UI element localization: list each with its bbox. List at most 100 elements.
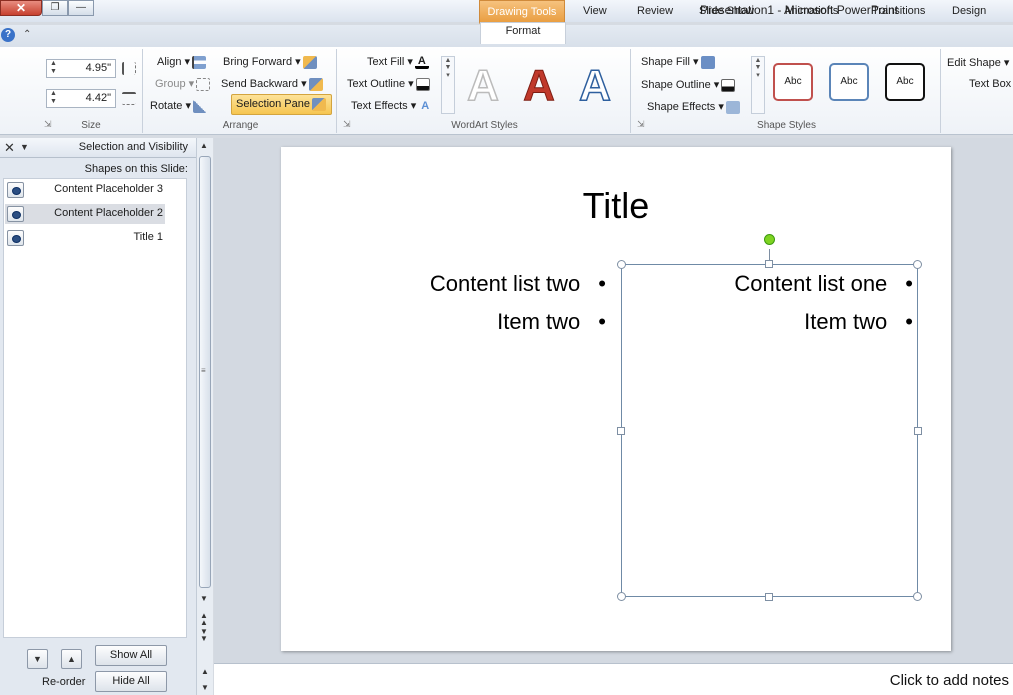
tab-animations[interactable]: Animations	[784, 3, 838, 22]
bullet-text: Item two	[804, 309, 888, 334]
resize-handle-right[interactable]	[914, 427, 922, 435]
tab-design[interactable]: Design	[952, 3, 986, 22]
scroll-up-icon[interactable]: ▲	[200, 141, 208, 150]
bullet-glyph: •	[905, 271, 913, 296]
shape-styles-group: Abc Abc Abc ▲ ▼ ▾ Shape Fill ▾ Shape Outli…	[633, 49, 941, 133]
shape-fill-button[interactable]: Shape Fill ▾	[641, 55, 717, 69]
wordart-sample-plain[interactable]: A	[459, 59, 507, 113]
wordart-sample-blue-outline[interactable]: A	[571, 59, 619, 113]
shape-style-sample-blue[interactable]: Abc	[829, 63, 869, 101]
resize-handle-top[interactable]	[765, 260, 773, 268]
restore-window-button[interactable]: ❐	[42, 0, 68, 16]
paint-bucket-icon	[700, 55, 715, 69]
move-down-button[interactable]: ▼	[27, 649, 48, 669]
shape-effects-button[interactable]: Shape Effects ▾	[647, 100, 742, 114]
hide-all-button[interactable]: Hide All	[95, 671, 167, 692]
help-icon[interactable]: ?	[1, 28, 15, 42]
shape-name: Content Placeholder 2	[54, 207, 163, 219]
close-icon[interactable]: ✕	[4, 140, 15, 156]
visibility-eye-icon[interactable]	[7, 182, 24, 198]
resize-handle-bottom-left[interactable]	[617, 592, 626, 601]
next-slide-icon[interactable]: ▼ ▼	[200, 628, 208, 643]
rotate-label: Rotate ▾	[150, 100, 191, 112]
selection-pane: ✕ ▼ Selection and Visibility Shapes on t…	[0, 138, 196, 695]
tab-transitions[interactable]: Transitions	[872, 3, 925, 22]
shape-row-content-placeholder-3[interactable]: Content Placeholder 3	[5, 180, 165, 200]
text-outline-button[interactable]: Text Outline ▾	[347, 77, 432, 91]
shape-height-input[interactable]: ▲ ▼ 4.95"	[46, 59, 116, 78]
tab-view[interactable]: View	[583, 3, 607, 22]
right-bullet-1[interactable]: Content list one •	[734, 271, 913, 297]
bring-forward-button[interactable]: Bring Forward ▾	[223, 55, 319, 69]
align-icon	[192, 55, 207, 69]
size-group: ▲ ▼ 4.95" ▲ ▼ 4.42" Size ⇲	[40, 49, 143, 133]
shapes-list: Content Placeholder 3 Content Placeholde…	[3, 178, 187, 638]
close-window-button[interactable]: ✕	[0, 0, 42, 16]
size-launcher-icon[interactable]: ⇲	[44, 119, 52, 130]
shape-outline-button[interactable]: Shape Outline ▾	[641, 78, 737, 92]
shape-row-content-placeholder-2[interactable]: Content Placeholder 2	[5, 204, 165, 224]
notes-pane[interactable]: Click to add notes	[214, 663, 1013, 695]
bullet-glyph: •	[598, 271, 606, 296]
shape-width-input[interactable]: ▲ ▼ 4.42"	[46, 89, 116, 108]
tab-slide-show[interactable]: Slide Show	[699, 3, 754, 22]
rotate-button[interactable]: Rotate ▾	[150, 99, 209, 113]
notes-scroll-down-icon[interactable]: ▼	[201, 683, 209, 692]
resize-handle-top-right[interactable]	[913, 260, 922, 269]
text-fill-button[interactable]: Text Fill ▾ A	[367, 55, 431, 69]
shape-styles-label: Shape Styles	[757, 120, 816, 131]
selection-pane-button[interactable]: Selection Pane	[231, 94, 332, 115]
notes-scrollbar[interactable]: ▲ ▼	[196, 663, 213, 695]
edit-shape-button[interactable]: Edit Shape ▾	[947, 56, 1009, 69]
resize-handle-left[interactable]	[617, 427, 625, 435]
text-fill-icon: A	[414, 55, 429, 69]
send-backward-label: Send Backward ▾	[221, 78, 307, 90]
minimize-ribbon-icon[interactable]: ⌃	[23, 29, 31, 40]
vertical-scrollbar[interactable]: ▲ ≡ ▼ ▲ ▲ ▼ ▼	[196, 138, 213, 663]
slide-canvas[interactable]: Title Content list two • Item two • Conten…	[281, 147, 951, 651]
wordart-gallery-scroll[interactable]: ▲ ▼ ▾	[441, 56, 455, 114]
shape-style-sample-black[interactable]: Abc	[885, 63, 925, 101]
move-up-button[interactable]: ▲	[61, 649, 82, 669]
group-button[interactable]: Group ▾	[155, 77, 212, 91]
height-icon	[122, 62, 136, 75]
tab-format[interactable]: Format	[480, 22, 566, 44]
wordart-styles-group: A A A ▲ ▼ ▾ Text Fill ▾ A Text Outline ▾ Te…	[339, 49, 631, 133]
shape-style-sample-red[interactable]: Abc	[773, 63, 813, 101]
notes-placeholder: Click to add notes	[889, 672, 1009, 689]
text-effects-button[interactable]: Text Effects ▾ A	[351, 99, 434, 113]
resize-handle-bottom-right[interactable]	[913, 592, 922, 601]
resize-handle-top-left[interactable]	[617, 260, 626, 269]
shape-outline-label: Shape Outline ▾	[641, 79, 720, 91]
resize-handle-bottom[interactable]	[765, 593, 773, 601]
height-spin-arrows[interactable]: ▲ ▼	[50, 60, 57, 76]
left-bullet-1[interactable]: Content list two •	[430, 271, 606, 297]
bullet-text: Item two	[497, 309, 581, 334]
shape-styles-gallery-scroll[interactable]: ▲ ▼ ▾	[751, 56, 765, 114]
slide-title[interactable]: Title	[281, 185, 951, 227]
previous-slide-icon[interactable]: ▲ ▲	[200, 612, 208, 627]
send-backward-button[interactable]: Send Backward ▾	[221, 77, 325, 91]
scroll-down-icon[interactable]: ▼	[200, 594, 208, 603]
wordart-styles-launcher-icon[interactable]: ⇲	[343, 119, 351, 130]
minimize-window-button[interactable]: —	[68, 0, 94, 16]
tab-review[interactable]: Review	[637, 3, 673, 22]
visibility-eye-icon[interactable]	[7, 206, 24, 222]
reorder-label: Re-order	[42, 676, 86, 688]
shape-fill-label: Shape Fill ▾	[641, 56, 699, 68]
left-bullet-2[interactable]: Item two •	[497, 309, 606, 335]
text-box-button[interactable]: Text Box	[969, 78, 1011, 90]
rotate-handle[interactable]	[764, 234, 775, 245]
shape-styles-launcher-icon[interactable]: ⇲	[637, 119, 645, 130]
align-button[interactable]: Align ▾	[157, 55, 208, 69]
right-bullet-2[interactable]: Item two •	[804, 309, 913, 335]
visibility-eye-icon[interactable]	[7, 230, 24, 246]
shape-row-title-1[interactable]: Title 1	[5, 228, 165, 248]
notes-scroll-up-icon[interactable]: ▲	[201, 667, 209, 676]
width-spin-arrows[interactable]: ▲ ▼	[50, 90, 57, 106]
show-all-button[interactable]: Show All	[95, 645, 167, 666]
chevron-down-icon[interactable]: ▼	[20, 142, 29, 152]
shapes-on-slide-label: Shapes on this Slide:	[84, 163, 188, 175]
wordart-sample-red[interactable]: A	[515, 59, 563, 113]
align-label: Align ▾	[157, 56, 191, 68]
